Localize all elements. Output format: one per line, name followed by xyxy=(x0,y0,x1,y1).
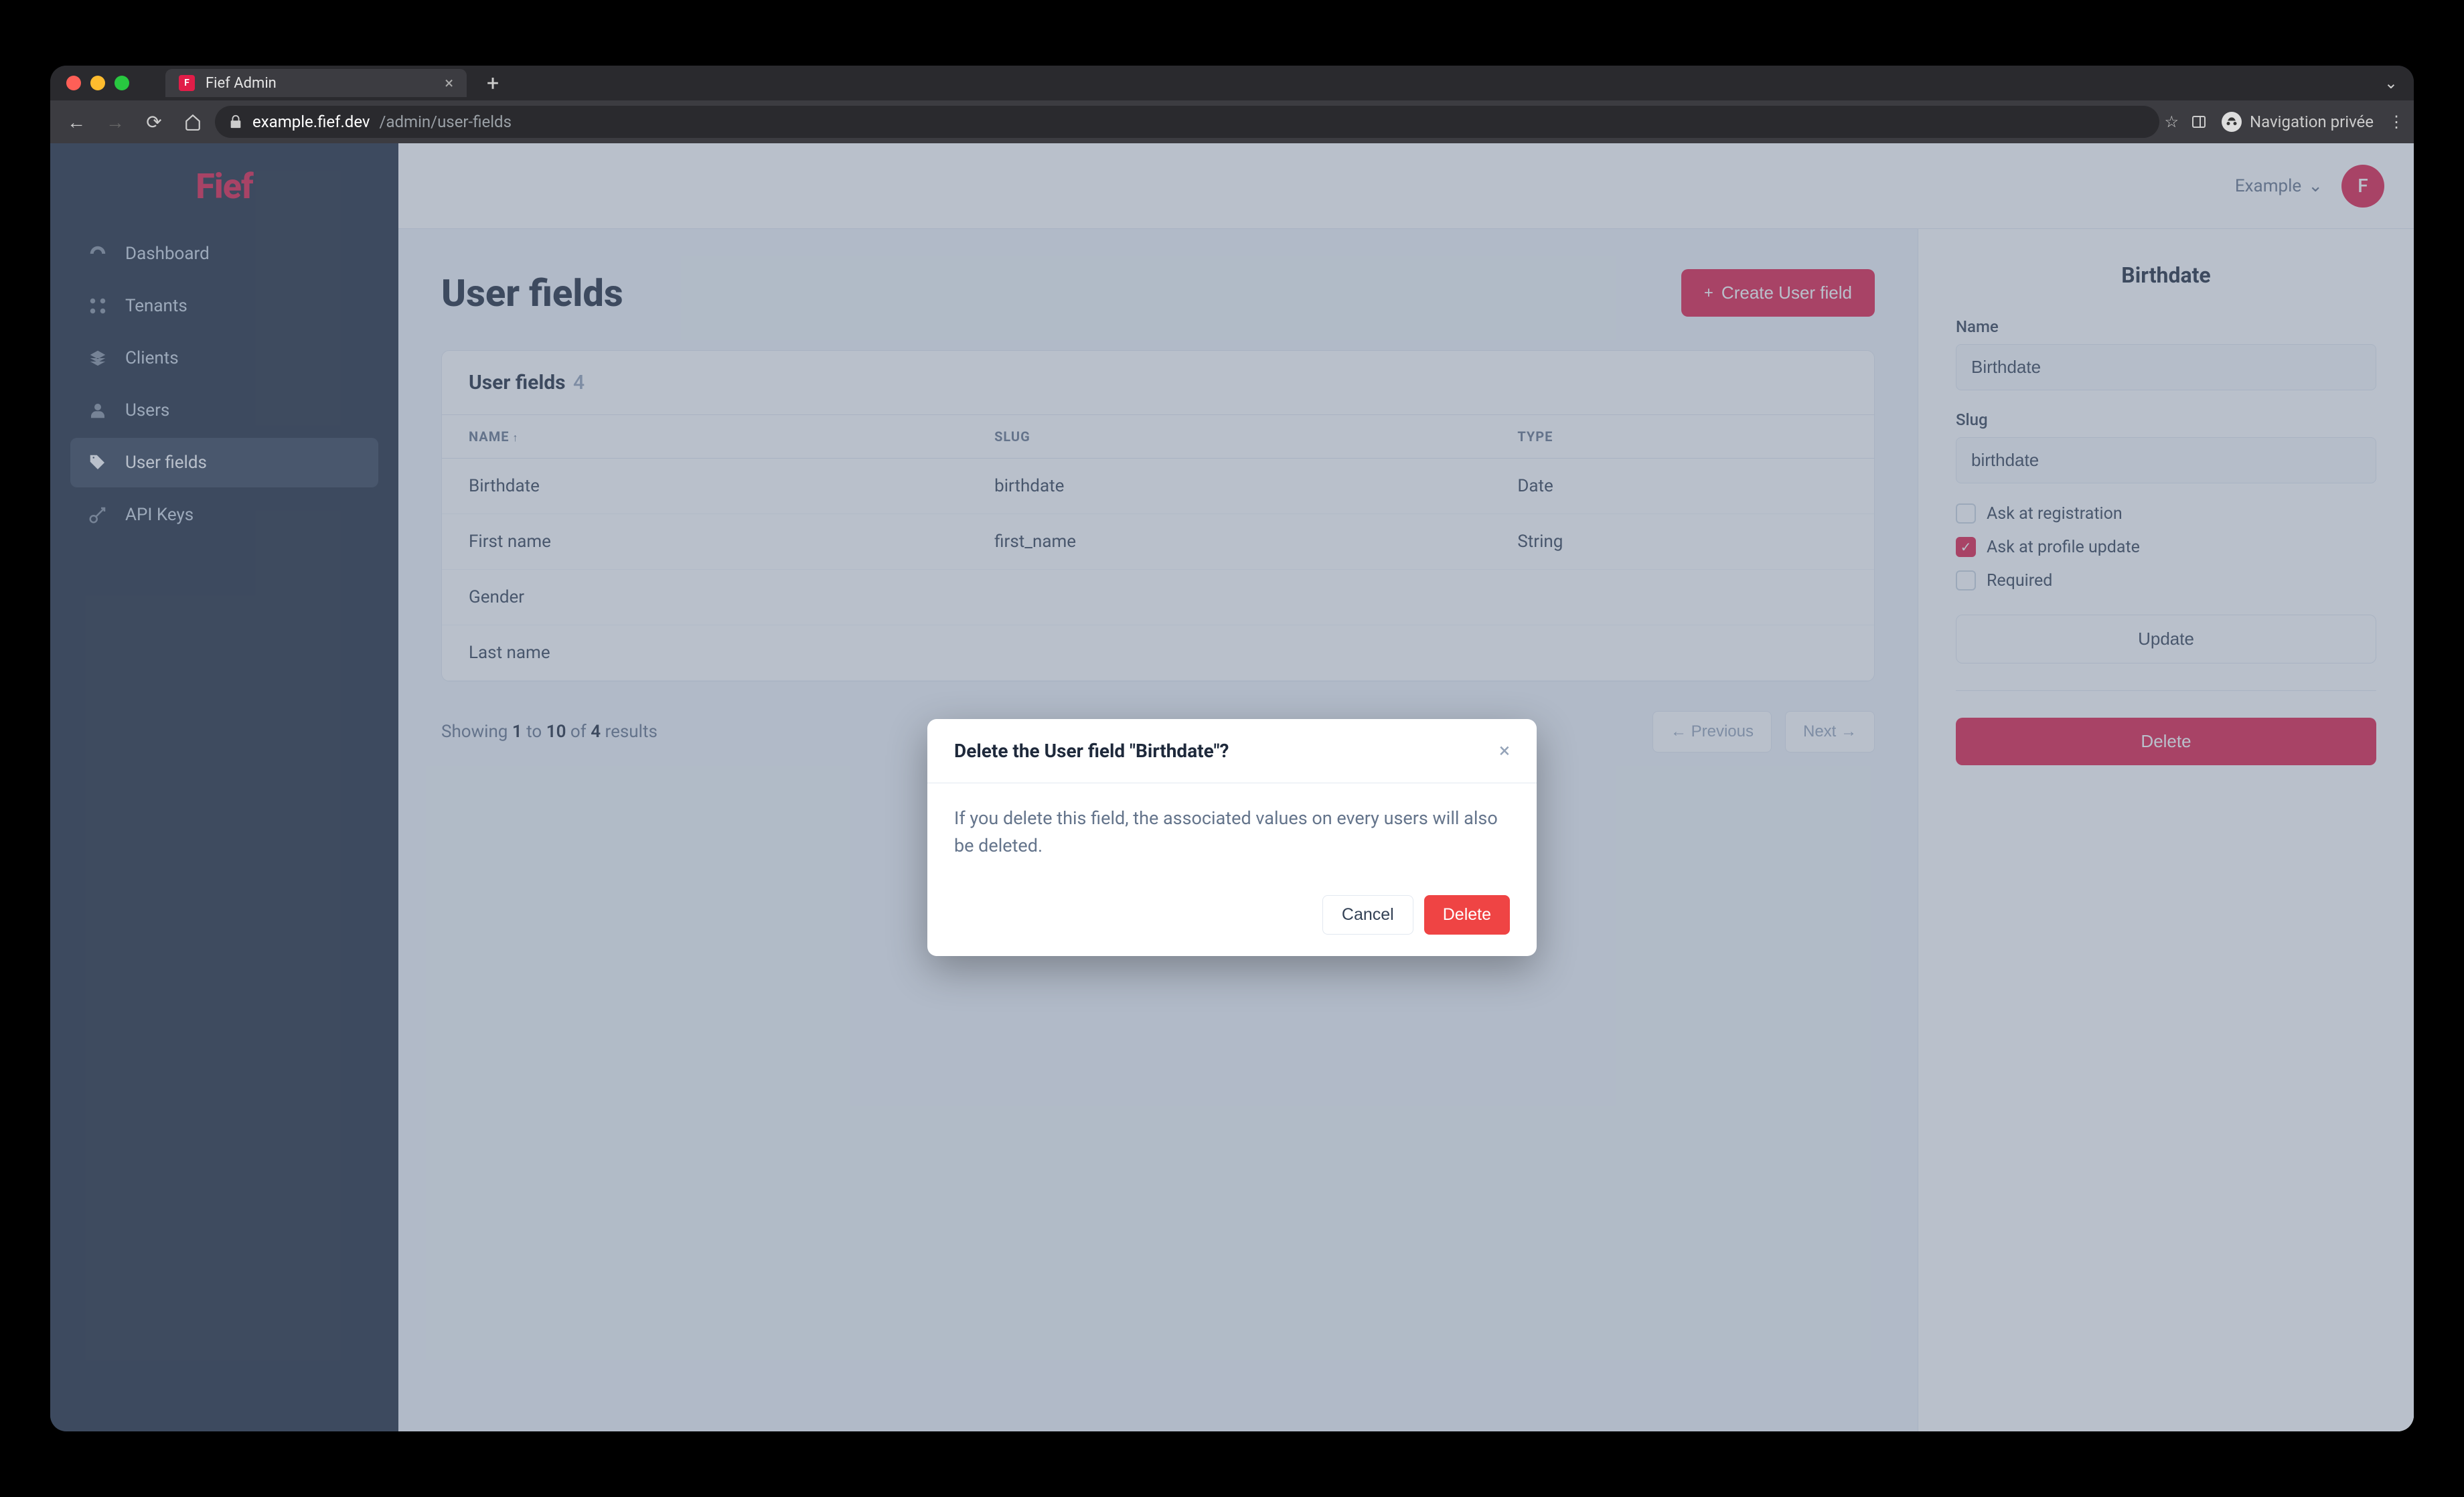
address-bar: ← → ⟳ example.fief.dev/admin/user-fields… xyxy=(50,100,2414,143)
cancel-button[interactable]: Cancel xyxy=(1322,895,1413,935)
lock-icon xyxy=(228,114,243,129)
titlebar: F Fief Admin × + ⌄ xyxy=(50,66,2414,100)
forward-button[interactable]: → xyxy=(98,105,132,139)
window-controls xyxy=(66,76,129,90)
chevron-down-icon[interactable]: ⌄ xyxy=(2384,74,2398,92)
modal-title: Delete the User field "Birthdate"? xyxy=(954,740,1229,762)
browser-window: F Fief Admin × + ⌄ ← → ⟳ example.fief.de… xyxy=(50,66,2414,1431)
home-button[interactable] xyxy=(176,105,210,139)
url-input[interactable]: example.fief.dev/admin/user-fields xyxy=(215,106,2159,138)
panel-icon[interactable] xyxy=(2191,114,2207,130)
modal-overlay[interactable]: Delete the User field "Birthdate"? × If … xyxy=(50,143,2414,1431)
browser-tab[interactable]: F Fief Admin × xyxy=(165,69,467,97)
url-path: /admin/user-fields xyxy=(380,112,512,131)
delete-confirmation-modal: Delete the User field "Birthdate"? × If … xyxy=(927,719,1537,956)
star-icon[interactable]: ☆ xyxy=(2165,112,2179,131)
url-domain: example.fief.dev xyxy=(252,112,370,131)
reload-button[interactable]: ⟳ xyxy=(137,105,171,139)
menu-icon[interactable]: ⋮ xyxy=(2388,112,2404,131)
close-tab-icon[interactable]: × xyxy=(445,74,453,92)
close-icon[interactable]: × xyxy=(1499,739,1510,763)
back-button[interactable]: ← xyxy=(60,105,93,139)
app-root: Fief Dashboard Tenants Clients Users xyxy=(50,143,2414,1431)
maximize-window-icon[interactable] xyxy=(114,76,129,90)
minimize-window-icon[interactable] xyxy=(90,76,105,90)
modal-header: Delete the User field "Birthdate"? × xyxy=(927,719,1537,783)
favicon-icon: F xyxy=(179,75,195,91)
close-window-icon[interactable] xyxy=(66,76,81,90)
confirm-delete-button[interactable]: Delete xyxy=(1424,895,1510,935)
modal-body: If you delete this field, the associated… xyxy=(927,783,1537,880)
incognito-label: Navigation privée xyxy=(2250,112,2374,131)
modal-footer: Cancel Delete xyxy=(927,880,1537,956)
incognito-icon xyxy=(2222,112,2242,132)
tab-title: Fief Admin xyxy=(206,75,277,92)
incognito-badge[interactable]: Navigation privée xyxy=(2219,108,2376,136)
new-tab-button[interactable]: + xyxy=(487,70,499,96)
